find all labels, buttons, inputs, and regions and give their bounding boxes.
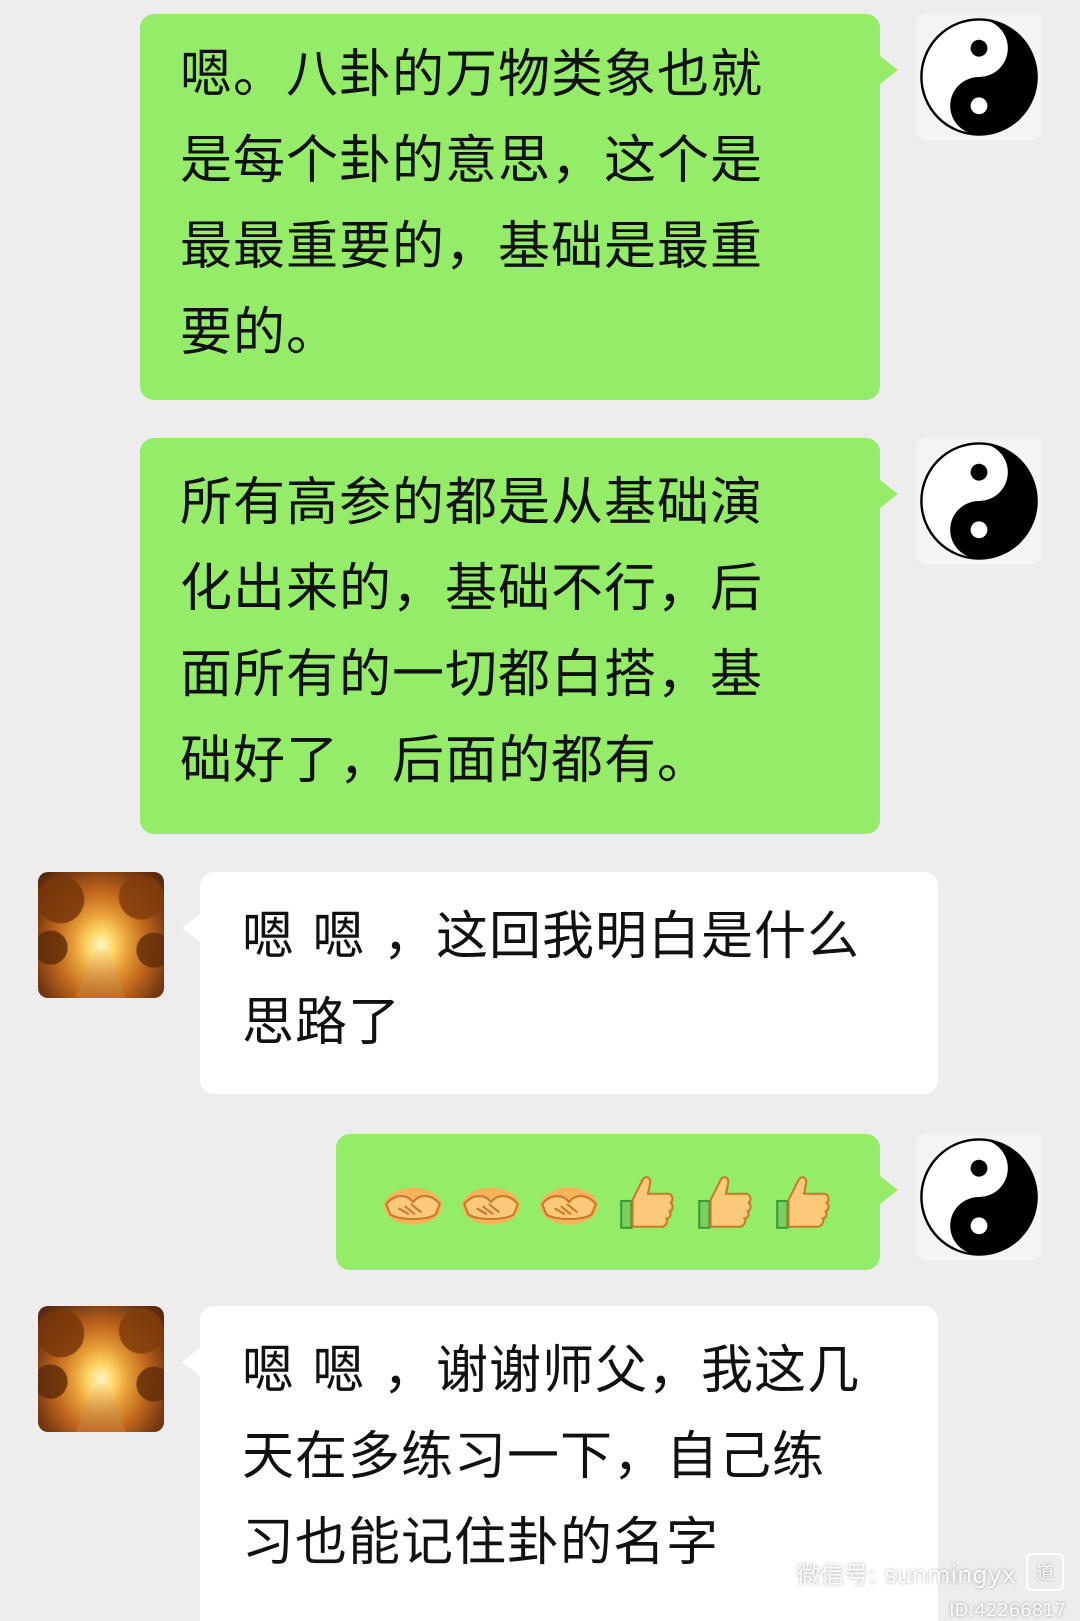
message-line: 嗯 嗯 ，这回我明白是什么 — [242, 907, 861, 967]
yin-yang-avatar[interactable] — [916, 1134, 1042, 1260]
message-line: 嗯。八卦的万物类象也就 — [180, 45, 764, 105]
message-line: 要的。 — [180, 303, 340, 363]
yin-yang-icon — [920, 442, 1038, 560]
message-row — [0, 1134, 1080, 1274]
yin-yang-avatar[interactable] — [916, 438, 1042, 564]
message-line: 最最重要的，基础是最重 — [180, 217, 764, 277]
message-line: 所有高参的都是从基础演 — [180, 473, 764, 533]
thumbs-up-icon — [614, 1169, 680, 1235]
watermark-id: ID:42266817 — [949, 1600, 1066, 1621]
message-line: 面所有的一切都白搭，基 — [180, 645, 764, 705]
yin-yang-icon — [920, 1138, 1038, 1256]
handshake-icon — [536, 1169, 602, 1235]
thumbs-up-icon — [770, 1169, 836, 1235]
autumn-road-avatar[interactable] — [38, 1306, 164, 1432]
sent-emoji-bubble[interactable] — [336, 1134, 898, 1270]
autumn-road-avatar[interactable] — [38, 872, 164, 998]
message-line: 化出来的，基础不行，后 — [180, 559, 764, 619]
sent-message-bubble[interactable]: 所有高参的都是从基础演 化出来的，基础不行，后 面所有的一切都白搭，基 础好了，… — [140, 438, 898, 834]
wechat-account-label: 微信号: sunmingyx — [796, 1560, 1016, 1589]
wechat-icon — [752, 1555, 787, 1589]
message-line: 嗯 嗯 ，谢谢师父，我这几 — [242, 1341, 861, 1401]
yin-yang-icon — [920, 18, 1038, 136]
yin-yang-avatar[interactable] — [916, 14, 1042, 140]
message-row: 嗯。八卦的万物类象也就 是每个卦的意思，这个是 最最重要的，基础是最重 要的。 — [0, 0, 1080, 400]
thumbs-up-icon — [692, 1169, 758, 1235]
message-row: 嗯 嗯 ，这回我明白是什么 思路了 — [0, 872, 1080, 1102]
message-row: 所有高参的都是从基础演 化出来的，基础不行，后 面所有的一切都白搭，基 础好了，… — [0, 438, 1080, 838]
emoji-line — [380, 1134, 850, 1270]
message-line: 础好了，后面的都有。 — [180, 731, 711, 791]
message-line: 思路了 — [242, 993, 402, 1053]
wechat-watermark: 微信号: sunmingyx 道 — [752, 1553, 1064, 1591]
sent-message-bubble[interactable]: 嗯。八卦的万物类象也就 是每个卦的意思，这个是 最最重要的，基础是最重 要的。 — [140, 14, 898, 400]
message-line: 是每个卦的意思，这个是 — [180, 131, 764, 191]
chat-screen: 嗯。八卦的万物类象也就 是每个卦的意思，这个是 最最重要的，基础是最重 要的。 … — [0, 0, 1080, 1621]
handshake-icon — [380, 1169, 446, 1235]
message-line: 天在多练习一下，自己练 — [242, 1427, 826, 1487]
dao-logo: 道 — [1026, 1553, 1064, 1591]
handshake-icon — [458, 1169, 524, 1235]
received-message-bubble[interactable]: 嗯 嗯 ，这回我明白是什么 思路了 — [182, 872, 938, 1094]
